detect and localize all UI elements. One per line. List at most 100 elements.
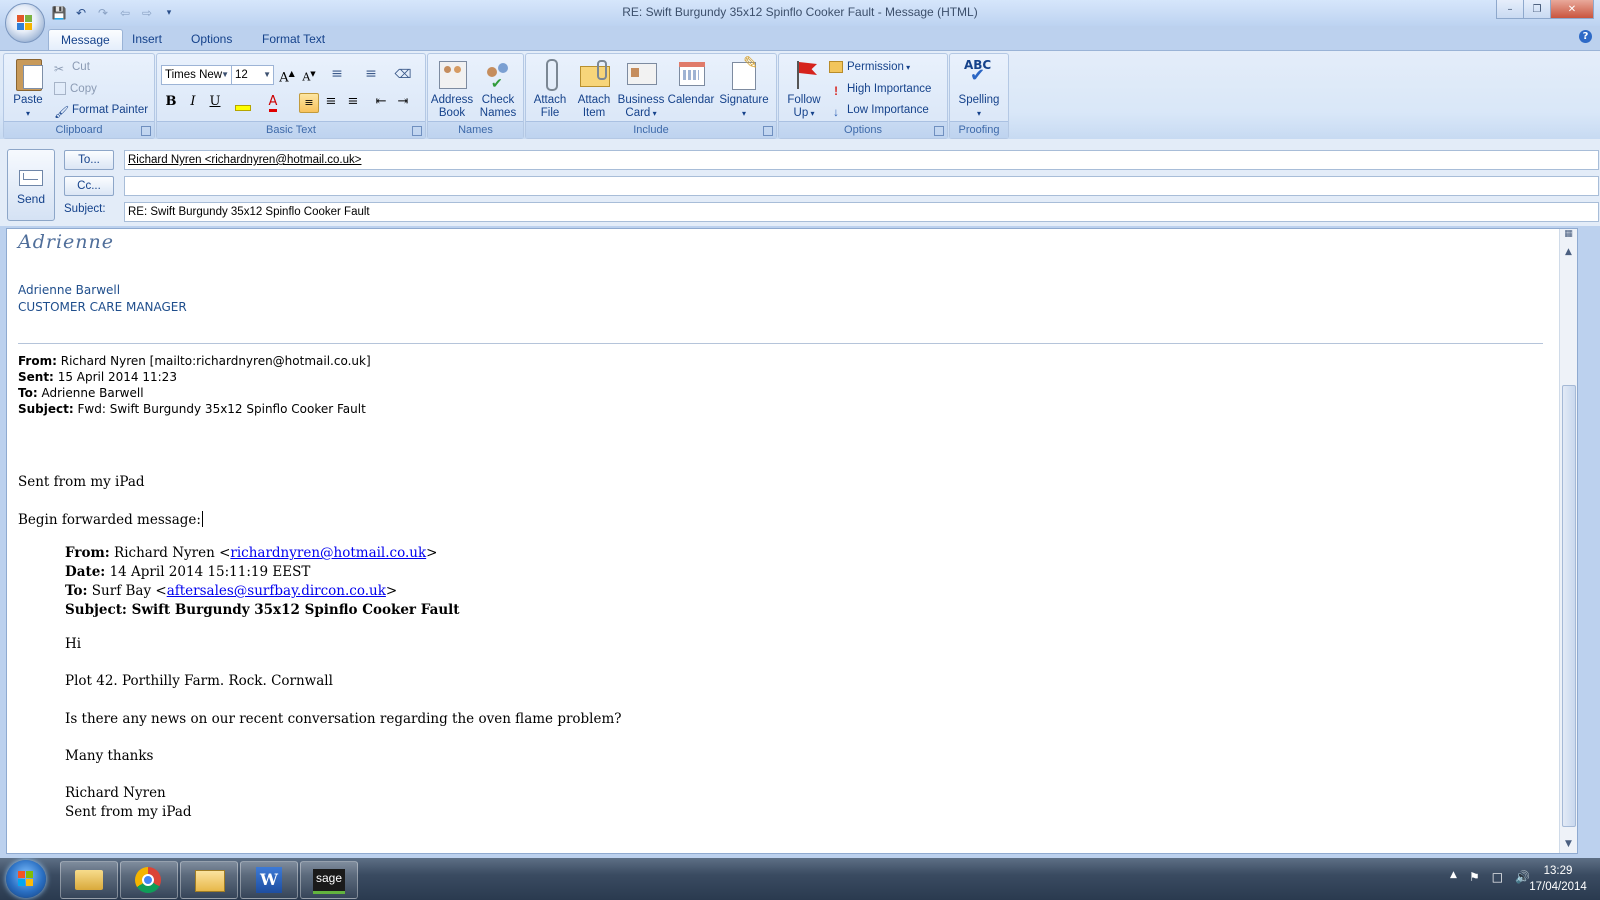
italic-button[interactable]: I	[183, 92, 203, 112]
align-center-button[interactable]: ≡	[321, 92, 341, 112]
follow-up-button[interactable]: Follow Up ▾	[783, 57, 825, 120]
font-size-select[interactable]: 12 ▼	[231, 65, 274, 85]
attach-item-button[interactable]: Attach Item	[572, 57, 616, 120]
forwarded-from-email-link[interactable]: richardnyren@hotmail.co.uk	[230, 545, 426, 561]
paste-icon	[11, 57, 45, 91]
clock[interactable]: 13:29 17/04/2014	[1528, 863, 1588, 895]
cut-label: Cut	[72, 61, 90, 73]
high-importance-label: High Importance	[847, 83, 932, 95]
restore-button[interactable]: ❐	[1523, 0, 1551, 19]
scroll-up-icon[interactable]: ▲	[1560, 247, 1577, 261]
font-name-value: Times New	[165, 69, 223, 81]
scroll-down-icon[interactable]: ▼	[1560, 839, 1577, 853]
send-button[interactable]: Send	[7, 149, 55, 221]
spelling-button[interactable]: ABC ✔ Spelling ▾	[952, 57, 1006, 120]
include-group-label: Include	[526, 121, 776, 138]
numbering-button[interactable]: ≡	[361, 64, 381, 84]
sent-from-ipad: Sent from my iPad	[18, 474, 145, 490]
to-button[interactable]: To...	[64, 150, 114, 170]
chevron-down-icon: ▼	[221, 70, 229, 79]
shrink-font-button[interactable]: A▼	[299, 64, 319, 84]
vertical-scrollbar[interactable]: ▦ ▲ ▼	[1559, 229, 1577, 853]
highlight-button[interactable]	[233, 92, 253, 112]
minimize-button[interactable]: –	[1496, 0, 1524, 19]
clipboard-launcher-icon[interactable]	[141, 126, 151, 136]
ruler-toggle-icon[interactable]: ▦	[1560, 229, 1577, 243]
quoted-sent: Sent: 15 April 2014 11:23	[18, 370, 177, 384]
close-button[interactable]: ✕	[1550, 0, 1594, 19]
ribbon-tabs: Message Insert Options Format Text ?	[0, 26, 1600, 51]
low-importance-button[interactable]: ↓ Low Importance	[829, 100, 929, 120]
bullets-button[interactable]: ≡	[327, 64, 347, 84]
clear-formatting-button[interactable]: ⌫	[393, 64, 413, 84]
exclamation-icon: !	[834, 86, 838, 98]
subject-field[interactable]: RE: Swift Burgundy 35x12 Spinflo Cooker …	[124, 202, 1599, 222]
follow-up-label-1: Follow	[787, 94, 821, 106]
cc-field[interactable]	[124, 176, 1599, 196]
folder-icon	[75, 870, 103, 890]
decrease-indent-button[interactable]: ⇤	[371, 92, 391, 112]
basic-text-launcher-icon[interactable]	[412, 126, 422, 136]
paste-button[interactable]: Paste ▾	[8, 57, 48, 120]
signature-dropdown-icon[interactable]: ▾	[742, 109, 746, 118]
check-names-button[interactable]: ✔ Check Names	[476, 57, 520, 120]
cc-button[interactable]: Cc...	[64, 176, 114, 196]
include-launcher-icon[interactable]	[763, 126, 773, 136]
scrollbar-thumb[interactable]	[1562, 385, 1576, 827]
to-recipient[interactable]: Richard Nyren <richardnyren@hotmail.co.u…	[128, 154, 361, 166]
outlook-button[interactable]	[180, 861, 238, 899]
message-body[interactable]: Adrienne Adrienne Barwell CUSTOMER CARE …	[6, 228, 1578, 854]
bold-button[interactable]: B	[161, 92, 181, 112]
to-field[interactable]: Richard Nyren <richardnyren@hotmail.co.u…	[124, 150, 1599, 170]
action-center-flag-icon[interactable]: ⚑	[1469, 870, 1480, 884]
font-name-select[interactable]: Times New ▼	[161, 65, 232, 85]
clock-time: 13:29	[1543, 865, 1573, 877]
forwarded-to-email-link[interactable]: aftersales@surfbay.dircon.co.uk	[167, 583, 386, 599]
word-button[interactable]: W	[240, 861, 298, 899]
forwarded-question: Is there any news on our recent conversa…	[65, 711, 622, 727]
office-logo-icon	[17, 15, 33, 31]
business-card-button[interactable]: Business Card ▾	[616, 57, 666, 120]
align-left-button[interactable]: ≡	[299, 93, 319, 113]
tab-format-text[interactable]: Format Text	[250, 29, 337, 50]
windows-explorer-button[interactable]	[60, 861, 118, 899]
font-color-button[interactable]: A	[263, 92, 283, 112]
signature-button[interactable]: ✎ Signature ▾	[716, 54, 772, 120]
forwarded-greeting: Hi	[65, 636, 82, 652]
help-icon[interactable]: ?	[1579, 30, 1592, 43]
quoted-from-label: From:	[18, 354, 57, 368]
outlook-icon	[195, 870, 225, 892]
address-book-button[interactable]: Address Book	[430, 57, 474, 120]
grow-font-button[interactable]: A▲	[277, 64, 297, 85]
attach-file-label-1: Attach	[533, 94, 567, 106]
options-launcher-icon[interactable]	[934, 126, 944, 136]
paste-dropdown-icon[interactable]: ▾	[26, 109, 30, 118]
tab-message[interactable]: Message	[48, 29, 123, 51]
spelling-dropdown-icon[interactable]: ▾	[977, 109, 981, 118]
show-hidden-icons-icon[interactable]: ▲	[1450, 870, 1457, 884]
start-button[interactable]	[6, 860, 46, 898]
increase-indent-button[interactable]: ⇥	[393, 92, 413, 112]
underline-button[interactable]: U	[205, 92, 225, 112]
office-button[interactable]	[5, 3, 45, 43]
divider	[18, 343, 1543, 344]
attach-file-button[interactable]: Attach File	[528, 57, 572, 120]
chrome-icon	[135, 867, 161, 893]
sage-button[interactable]: sage	[300, 861, 358, 899]
permission-icon	[829, 61, 843, 73]
format-painter-button[interactable]: 🖌 Format Painter	[54, 100, 148, 120]
begin-forwarded: Begin forwarded message:	[18, 511, 203, 528]
forwarded-subject-value: Swift Burgundy 35x12 Spinflo Cooker Faul…	[131, 602, 460, 618]
calendar-button[interactable]: Calendar	[666, 57, 716, 107]
copy-button[interactable]: Copy	[54, 79, 97, 99]
align-right-button[interactable]: ≡	[343, 92, 363, 112]
forwarded-to-label: To:	[65, 583, 88, 599]
chrome-button[interactable]	[120, 861, 178, 899]
network-icon[interactable]: □	[1492, 870, 1503, 884]
tab-options[interactable]: Options	[179, 29, 244, 50]
cut-button[interactable]: ✂ Cut	[54, 57, 90, 77]
subject-label: Subject:	[64, 203, 106, 215]
permission-button[interactable]: Permission ▾	[829, 57, 910, 77]
high-importance-button[interactable]: ! High Importance	[829, 79, 931, 99]
tab-insert[interactable]: Insert	[120, 29, 174, 50]
